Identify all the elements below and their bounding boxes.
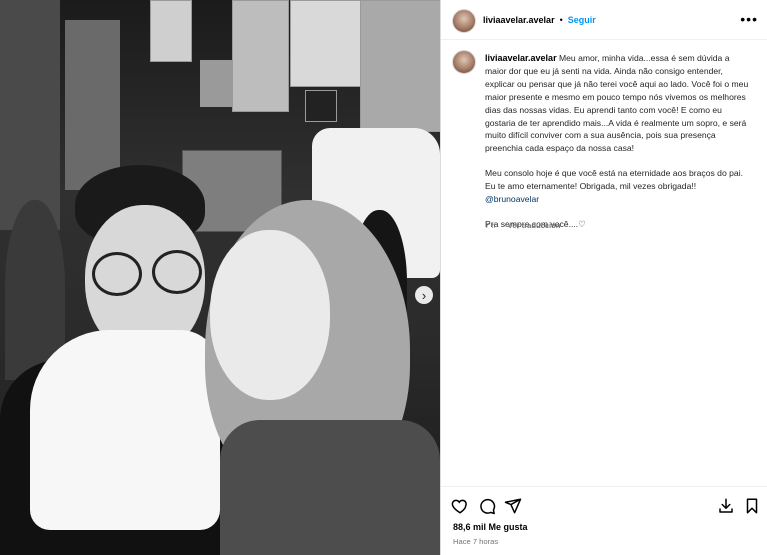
post-username[interactable]: liviaavelar.avelar (483, 15, 555, 25)
more-options-icon[interactable]: ••• (740, 12, 758, 26)
post-side-panel: liviaavelar.avelar • Seguir ••• liviaave… (440, 0, 767, 555)
post-actions (441, 486, 767, 520)
post-modal: › liviaavelar.avelar • Seguir ••• liviaa… (0, 0, 767, 555)
bookmark-icon[interactable] (743, 497, 761, 515)
avatar[interactable] (452, 9, 476, 33)
post-header: liviaavelar.avelar • Seguir ••• (441, 0, 767, 40)
post-timestamp: Hace 7 horas (453, 537, 499, 546)
caption-paragraph-2: Meu consolo hoje é que você está na eter… (485, 168, 743, 192)
post-photo[interactable]: › (0, 0, 440, 555)
paper-plane-icon[interactable] (504, 497, 522, 515)
follow-button[interactable]: Seguir (568, 15, 596, 25)
caption-username[interactable]: liviaavelar.avelar (485, 53, 557, 63)
caption-avatar[interactable] (452, 50, 476, 74)
caption-meta: 7 h Ver traducción (485, 221, 560, 230)
header-user-row: liviaavelar.avelar • Seguir (483, 15, 596, 25)
caption-paragraph-1: Meu amor, minha vida...essa é sem dúvida… (485, 53, 749, 154)
post-caption: liviaavelar.avelar Meu amor, minha vida.… (485, 52, 753, 243)
comment-icon[interactable] (478, 497, 496, 515)
download-icon[interactable] (717, 497, 735, 515)
chevron-right-icon[interactable]: › (415, 286, 433, 304)
caption-age: 7 h (485, 221, 496, 230)
heart-icon[interactable] (451, 497, 469, 515)
translate-button[interactable]: Ver traducción (508, 221, 561, 230)
caption-mention[interactable]: @brunoavelar (485, 194, 539, 204)
likes-count[interactable]: 88,6 mil Me gusta (453, 522, 528, 532)
separator-dot: • (559, 15, 563, 25)
